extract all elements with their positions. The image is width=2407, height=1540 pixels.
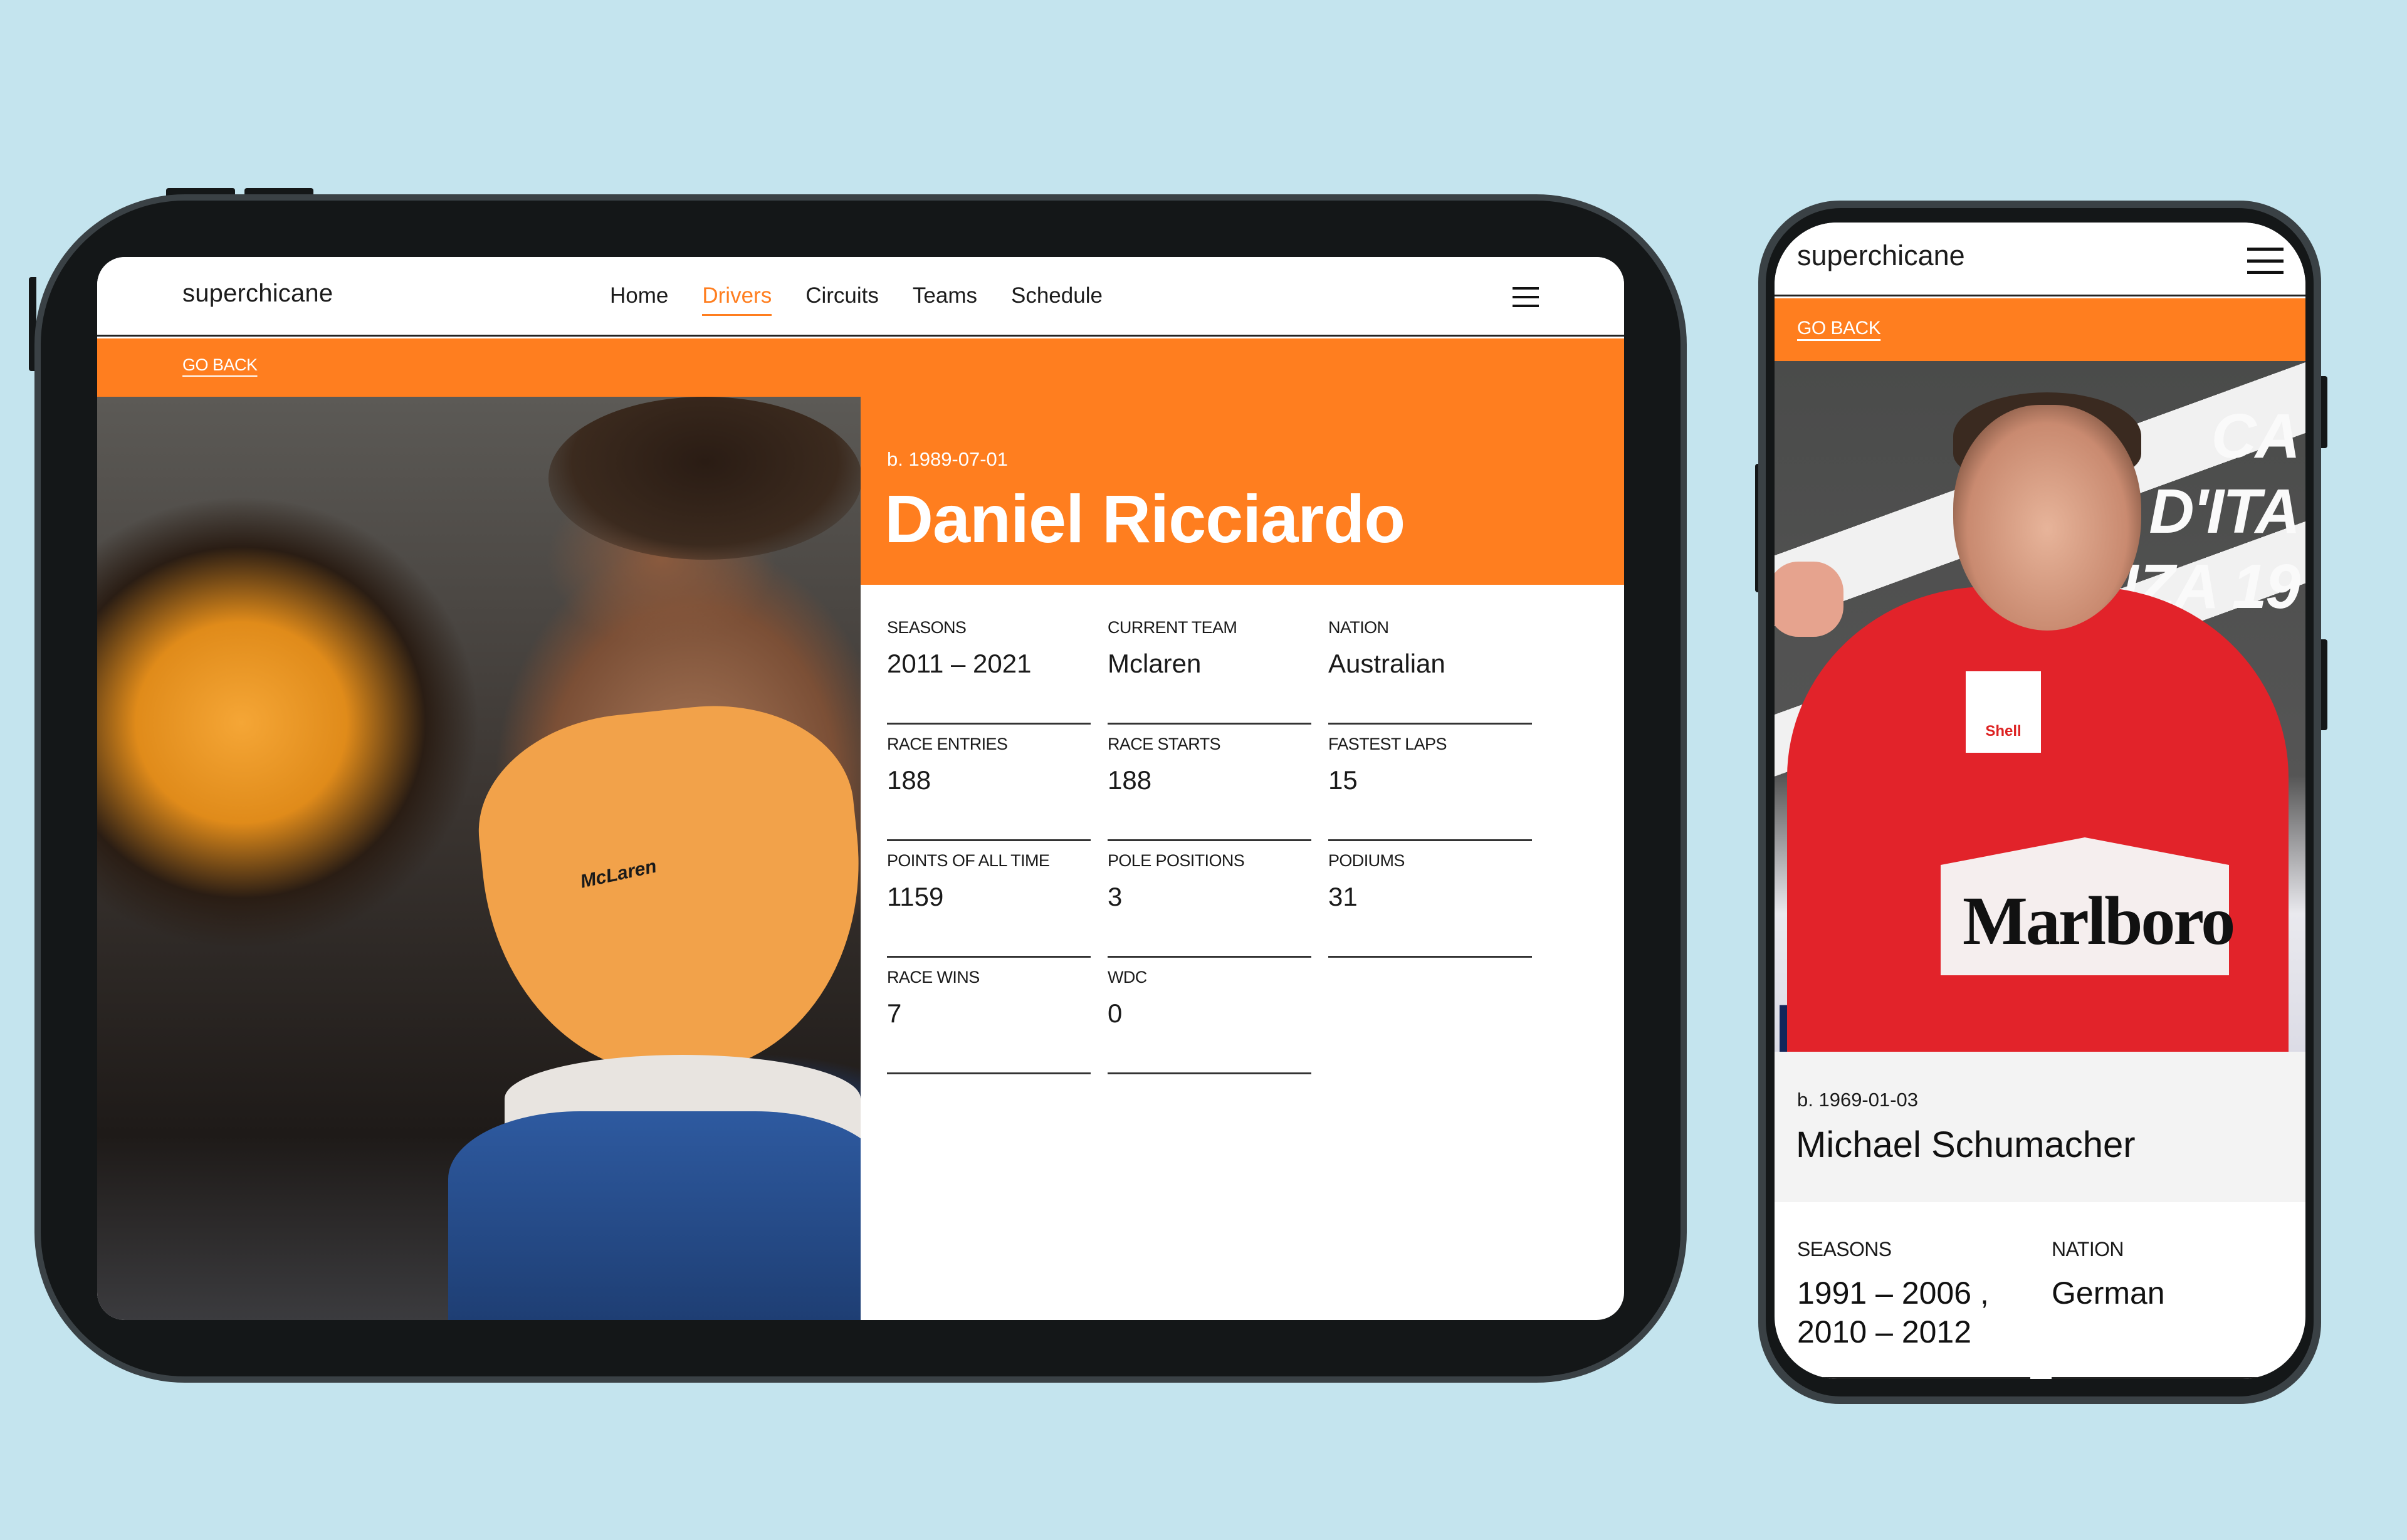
stat-value: 3 — [1108, 882, 1123, 911]
photo-mask — [468, 691, 861, 1092]
hamburger-icon[interactable] — [1513, 287, 1539, 307]
go-back-link[interactable]: GO BACK — [182, 355, 258, 375]
stat-label: CURRENT TEAM — [1108, 618, 1237, 637]
photo-patch: Shell — [1966, 671, 2041, 753]
stat-seasons: SEASONS 1991 – 2006 , 2010 – 2012 — [1797, 1238, 2030, 1379]
phone-side-button-right-1 — [2321, 376, 2327, 448]
stat-nation: NATION Australian — [1328, 608, 1532, 725]
nav-links: Home Drivers Circuits Teams Schedule — [610, 283, 1103, 316]
nav-teams[interactable]: Teams — [913, 283, 977, 313]
stat-fastest-laps: FASTEST LAPS 15 — [1328, 725, 1532, 841]
phone-side-button-right-2 — [2321, 639, 2327, 730]
tablet-screen: superchicane Home Drivers Circuits Teams… — [97, 257, 1624, 1320]
nav-circuits[interactable]: Circuits — [805, 283, 879, 313]
stat-value: 1991 – 2006 , 2010 – 2012 — [1797, 1275, 1989, 1349]
stat-wdc: WDC 0 — [1108, 958, 1311, 1074]
stat-current-team: CURRENT TEAM Mclaren — [1108, 608, 1311, 725]
driver-dob: b. 1989-07-01 — [887, 448, 1009, 470]
stat-label: FASTEST LAPS — [1328, 735, 1447, 753]
driver-photo: CA D'ITA NZA 19 RI C Shell Marlboro — [1775, 361, 2305, 1052]
stat-label: RACE ENTRIES — [887, 735, 1008, 753]
driver-stats-grid: SEASONS 2011 – 2021 CURRENT TEAM Mclaren… — [887, 608, 1532, 1074]
stat-label: NATION — [2052, 1238, 2124, 1260]
stat-value: 0 — [1108, 998, 1123, 1028]
hamburger-icon[interactable] — [2247, 248, 2284, 274]
nav-drivers[interactable]: Drivers — [702, 283, 772, 316]
stat-value: 1159 — [887, 882, 944, 911]
stat-value: 7 — [887, 998, 902, 1028]
stat-race-starts: RACE STARTS 188 — [1108, 725, 1311, 841]
phone-navbar: superchicane — [1775, 223, 2305, 296]
stat-seasons: SEASONS 2011 – 2021 — [887, 608, 1091, 725]
photo-chest-brand: Marlboro — [1963, 883, 2235, 959]
photo-hair — [548, 397, 861, 560]
driver-dob: b. 1969-01-03 — [1797, 1089, 1919, 1111]
stat-label: POLE POSITIONS — [1108, 851, 1245, 870]
stat-label: SEASONS — [1797, 1238, 1892, 1260]
stat-pole-positions: POLE POSITIONS 3 — [1108, 841, 1311, 958]
stat-value: 188 — [887, 765, 931, 795]
photo-fist — [1775, 562, 1843, 637]
back-bar — [97, 338, 1624, 400]
stat-label: PODIUMS — [1328, 851, 1405, 870]
site-logo[interactable]: superchicane — [182, 280, 333, 308]
photo-suit — [448, 1111, 861, 1320]
stat-value: 31 — [1328, 882, 1358, 911]
stat-value: 2011 – 2021 — [887, 649, 1032, 678]
driver-stats-grid: SEASONS 1991 – 2006 , 2010 – 2012 NATION… — [1797, 1238, 2290, 1379]
nav-schedule[interactable]: Schedule — [1011, 283, 1103, 313]
stat-label: NATION — [1328, 618, 1389, 637]
stat-points: POINTS OF ALL TIME 1159 — [887, 841, 1091, 958]
stat-label: RACE STARTS — [1108, 735, 1221, 753]
stat-race-entries: RACE ENTRIES 188 — [887, 725, 1091, 841]
stat-value: Mclaren — [1108, 649, 1202, 678]
go-back-link[interactable]: GO BACK — [1797, 318, 1881, 339]
stat-value: 15 — [1328, 765, 1358, 795]
stat-label: WDC — [1108, 968, 1147, 987]
nav-home[interactable]: Home — [610, 283, 668, 313]
driver-name: Michael Schumacher — [1796, 1124, 2136, 1165]
stat-label: SEASONS — [887, 618, 967, 637]
stat-value: Australian — [1328, 649, 1445, 678]
stat-nation: NATION German — [2052, 1238, 2290, 1379]
stat-label: POINTS OF ALL TIME — [887, 851, 1050, 870]
stat-value: German — [2052, 1275, 2165, 1311]
stat-label: RACE WINS — [887, 968, 980, 987]
tablet-navbar: superchicane Home Drivers Circuits Teams… — [97, 257, 1624, 337]
photo-suit — [1787, 587, 2289, 1052]
photo-head — [1953, 405, 2141, 631]
driver-photo: McLaren — [97, 397, 861, 1320]
stat-race-wins: RACE WINS 7 — [887, 958, 1091, 1074]
stat-value: 188 — [1108, 765, 1152, 795]
stat-podiums: PODIUMS 31 — [1328, 841, 1532, 958]
driver-name: Daniel Ricciardo — [884, 481, 1405, 557]
phone-screen: superchicane GO BACK CA D'ITA NZA 19 RI … — [1775, 223, 2305, 1379]
site-logo[interactable]: superchicane — [1797, 239, 1965, 272]
